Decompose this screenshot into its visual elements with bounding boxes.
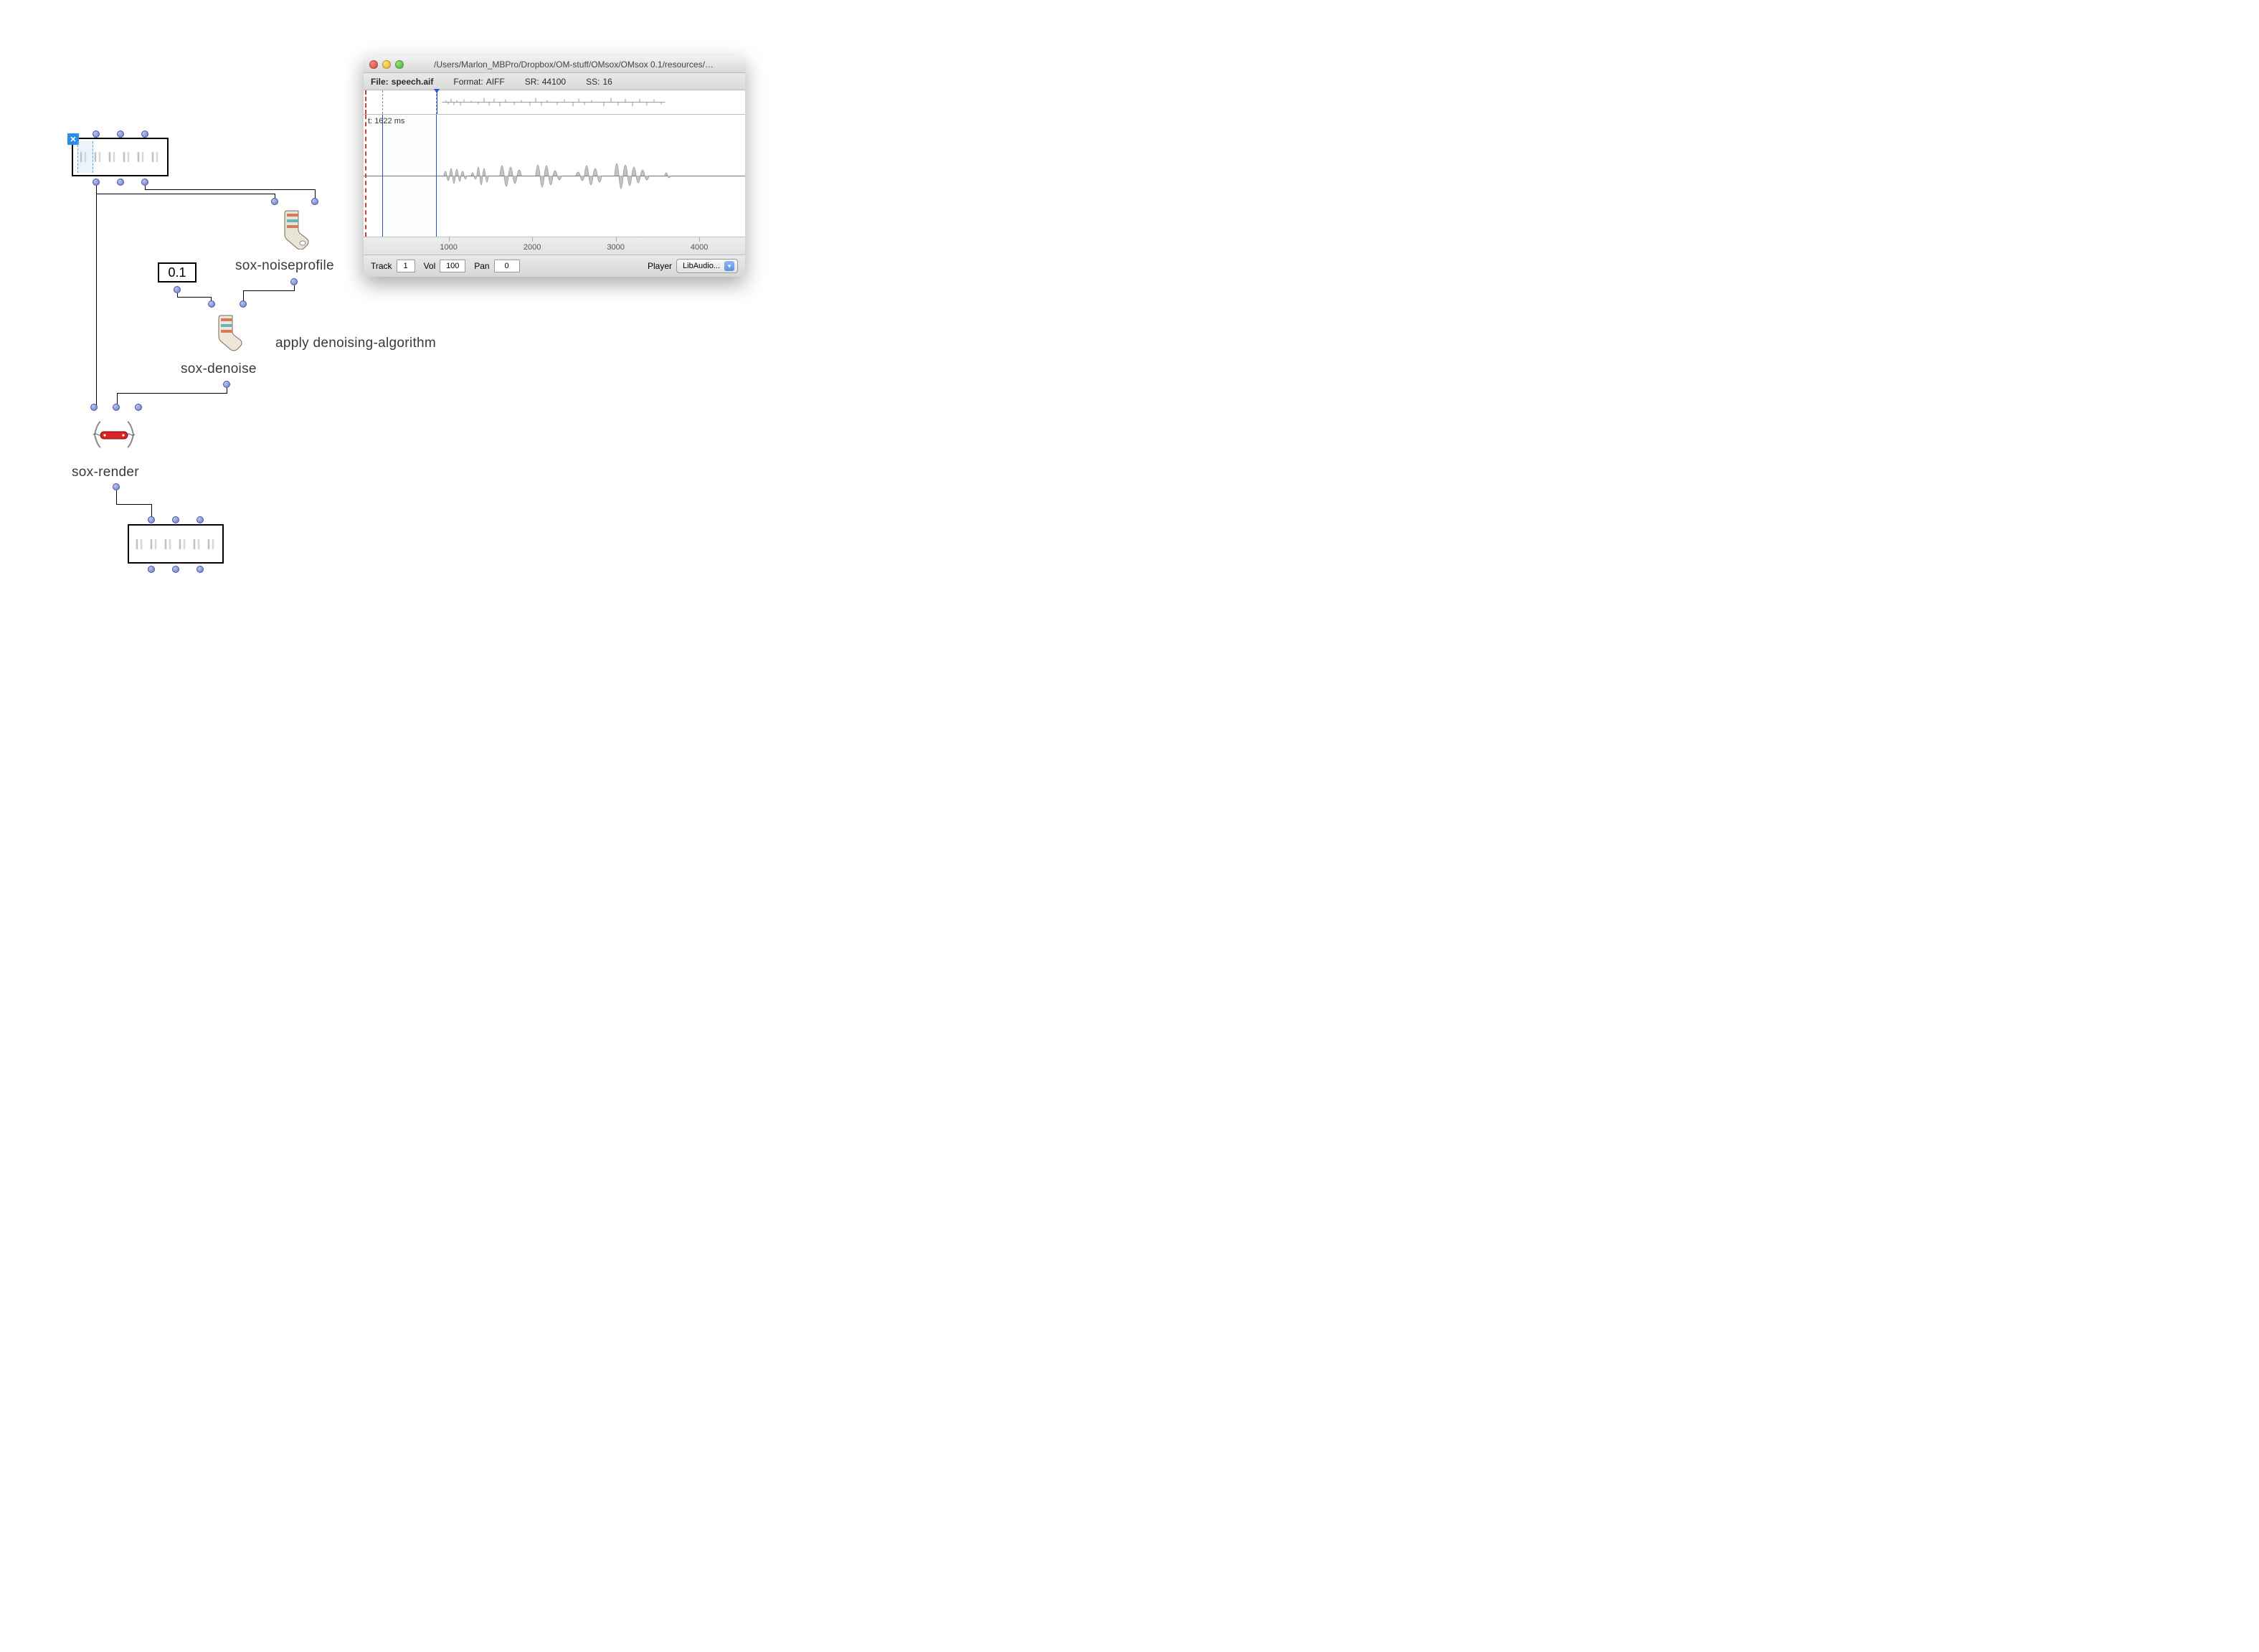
- node-label-render: sox-render: [72, 465, 139, 480]
- sr-value: 44100: [542, 77, 566, 87]
- port[interactable]: [172, 516, 179, 523]
- wire: [243, 290, 295, 291]
- zoom-icon[interactable]: [395, 60, 404, 69]
- player-dropdown[interactable]: LibAudio... ▾: [676, 259, 738, 273]
- port[interactable]: [135, 404, 142, 411]
- port[interactable]: [117, 179, 124, 186]
- port[interactable]: [148, 516, 155, 523]
- port[interactable]: [271, 198, 278, 205]
- chevron-down-icon: ▾: [724, 261, 734, 271]
- sound-output-box[interactable]: [128, 524, 224, 564]
- window-title: /Users/Marlon_MBPro/Dropbox/OM-stuff/OMs…: [408, 60, 739, 70]
- port[interactable]: [148, 566, 155, 573]
- port[interactable]: [141, 130, 148, 138]
- tick-label: 3000: [607, 243, 624, 252]
- player-value: LibAudio...: [683, 262, 720, 270]
- wire: [145, 189, 316, 190]
- vol-label: Vol: [424, 261, 436, 271]
- track-area: t: 1622 ms 1000 2000 3000 4000: [364, 90, 745, 255]
- ss-label: SS:: [586, 77, 600, 87]
- port[interactable]: [93, 130, 100, 138]
- port[interactable]: [208, 300, 215, 308]
- pan-label: Pan: [474, 261, 489, 271]
- wire: [117, 393, 118, 404]
- player-label: Player: [648, 261, 672, 271]
- port[interactable]: [196, 516, 204, 523]
- port[interactable]: [240, 300, 247, 308]
- vol-input[interactable]: [440, 260, 465, 272]
- track-label: Track: [371, 261, 392, 271]
- wire: [96, 186, 97, 406]
- format-label: Format:: [453, 77, 483, 87]
- selection-region[interactable]: [382, 115, 437, 237]
- selection-region[interactable]: [77, 141, 93, 173]
- number-box[interactable]: 0.1: [158, 262, 196, 283]
- playhead-icon: [434, 89, 440, 93]
- port[interactable]: [290, 278, 298, 285]
- port[interactable]: [196, 566, 204, 573]
- tick-label: 1000: [440, 243, 457, 252]
- port[interactable]: [141, 179, 148, 186]
- annotation-text: apply denoising-algorithm: [275, 336, 436, 351]
- track-input[interactable]: [397, 260, 415, 272]
- wire: [177, 297, 212, 298]
- port[interactable]: [172, 566, 179, 573]
- tick-label: 2000: [524, 243, 541, 252]
- sound-input-box[interactable]: ✕: [72, 138, 169, 176]
- port[interactable]: [93, 179, 100, 186]
- overview-strip[interactable]: [364, 90, 745, 115]
- port[interactable]: [113, 404, 120, 411]
- port[interactable]: [117, 130, 124, 138]
- window-titlebar[interactable]: /Users/Marlon_MBPro/Dropbox/OM-stuff/OMs…: [364, 56, 745, 73]
- overview-selection[interactable]: [382, 90, 437, 114]
- port[interactable]: [113, 483, 120, 490]
- format-value: AIFF: [486, 77, 505, 87]
- transport-bar: Track Vol Pan Player LibAudio... ▾: [364, 255, 745, 277]
- close-icon[interactable]: [369, 60, 378, 69]
- cursor-time-label: t: 1622 ms: [368, 117, 404, 125]
- port[interactable]: [223, 381, 230, 388]
- wire: [151, 504, 152, 517]
- time-ruler[interactable]: 1000 2000 3000 4000: [364, 237, 745, 255]
- port[interactable]: [90, 404, 98, 411]
- sock-icon[interactable]: [209, 311, 244, 351]
- wire: [117, 393, 227, 394]
- ss-value: 16: [602, 77, 612, 87]
- file-label: File:: [371, 77, 389, 87]
- wire: [243, 290, 244, 301]
- audio-editor-window[interactable]: /Users/Marlon_MBPro/Dropbox/OM-stuff/OMs…: [364, 56, 745, 277]
- file-name: speech.aif: [392, 77, 434, 87]
- pan-input[interactable]: [494, 260, 520, 272]
- swiss-knife-icon[interactable]: [92, 417, 136, 452]
- minimize-icon[interactable]: [382, 60, 391, 69]
- tick-label: 4000: [691, 243, 708, 252]
- sr-label: SR:: [525, 77, 539, 87]
- number-value: 0.1: [168, 265, 186, 280]
- port[interactable]: [311, 198, 318, 205]
- port[interactable]: [174, 286, 181, 293]
- node-label-denoise: sox-denoise: [181, 361, 257, 377]
- sock-icon[interactable]: [275, 209, 310, 250]
- node-label-noiseprofile: sox-noiseprofile: [235, 258, 334, 274]
- main-waveform-view[interactable]: t: 1622 ms: [364, 115, 745, 237]
- wire: [116, 490, 117, 505]
- info-bar: File: speech.aif Format: AIFF SR: 44100 …: [364, 73, 745, 90]
- waveform-icon: [133, 539, 218, 549]
- wire: [116, 504, 152, 505]
